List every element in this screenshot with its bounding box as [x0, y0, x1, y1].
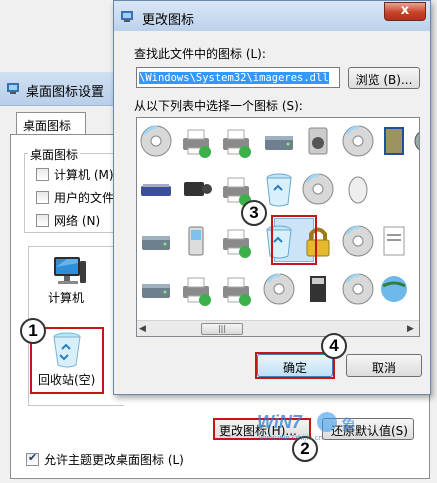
highlight-box-4: [255, 352, 335, 379]
cd-r-drive-icon[interactable]: [299, 170, 337, 208]
checkbox-box[interactable]: [36, 191, 49, 204]
checkbox-box[interactable]: [36, 214, 49, 227]
highlight-box-3: [271, 215, 317, 265]
allow-themes-label: 允许主题更改桌面图标 (L): [44, 453, 184, 467]
checkbox-box[interactable]: [36, 168, 49, 181]
printer-check-icon[interactable]: [217, 270, 255, 308]
camcorder-icon[interactable]: [177, 170, 215, 208]
close-button[interactable]: x: [384, 2, 426, 21]
network-globe-icon[interactable]: [375, 270, 413, 308]
checkbox-computer[interactable]: 计算机 (M): [36, 166, 114, 184]
scroll-left-icon[interactable]: ◀: [139, 324, 149, 334]
speaker-icon[interactable]: [299, 122, 337, 160]
computer-icon[interactable]: [50, 255, 88, 289]
svg-text:象: 象: [341, 416, 356, 434]
cd-rom-drive-icon[interactable]: [339, 222, 377, 260]
win7-watermark-logo: WiN7 象 www.win7zhijia.cn: [257, 412, 356, 442]
cancel-button[interactable]: 取消: [346, 354, 422, 377]
tab-desktop-icons[interactable]: 桌面图标: [16, 112, 86, 136]
background-dialog-title: 桌面图标设置: [26, 85, 105, 100]
browse-button[interactable]: 浏览 (B)...: [348, 67, 420, 89]
mobile-phone-icon[interactable]: [177, 222, 215, 260]
dialog-titlebar: 更改图标 x: [114, 1, 430, 31]
checkbox-box[interactable]: [26, 451, 39, 466]
network-printer-icon[interactable]: [177, 122, 215, 160]
hard-drive-icon[interactable]: [137, 270, 175, 308]
media-card-icon[interactable]: [299, 270, 337, 308]
close-icon: x: [400, 3, 410, 18]
checkbox-label: 网络 (N): [54, 214, 101, 228]
allow-themes-checkbox[interactable]: 允许主题更改桌面图标 (L): [26, 451, 184, 468]
change-icon-dialog: 更改图标 x 查找此文件中的图标 (L): \Windows\System32\…: [113, 0, 431, 395]
lookfor-label: 查找此文件中的图标 (L):: [134, 47, 266, 61]
recycle-bin-full-icon[interactable]: [260, 170, 298, 208]
svg-text:WiN7: WiN7: [257, 412, 303, 432]
tab-strip: 桌面图标: [10, 112, 130, 136]
dialog-window-icon: [121, 11, 133, 22]
callout-4: 4: [321, 333, 347, 359]
floppy-printer-icon[interactable]: [177, 270, 215, 308]
document-icon[interactable]: [375, 222, 413, 260]
checkbox-network[interactable]: 网络 (N): [36, 212, 100, 230]
dvd-disc-icon[interactable]: [260, 270, 298, 308]
computer-label: 计算机: [48, 291, 85, 305]
icon-file-path-input[interactable]: \Windows\System32\imageres.dll: [136, 67, 340, 88]
checkbox-label: 计算机 (M): [54, 168, 114, 182]
path-text: \Windows\System32\imageres.dll: [139, 72, 329, 84]
callout-1: 1: [20, 318, 46, 344]
checkbox-user-files[interactable]: 用户的文件: [36, 189, 114, 207]
cd-rw-drive-icon[interactable]: [339, 270, 377, 308]
dvd-rw-drive-icon[interactable]: [137, 122, 175, 160]
printer-icon[interactable]: [217, 222, 255, 260]
scanner-icon[interactable]: [137, 170, 175, 208]
dialog-title: 更改图标: [142, 13, 195, 28]
settings-window-icon: [7, 83, 19, 94]
scroll-right-icon[interactable]: ▶: [407, 324, 417, 334]
svg-text:www.win7zhijia.cn: www.win7zhijia.cn: [259, 434, 323, 442]
callout-3: 3: [241, 200, 267, 226]
gear-icon[interactable]: [407, 122, 419, 160]
icon-list[interactable]: ◀ ||| ▶: [136, 117, 420, 337]
checkbox-label: 用户的文件: [54, 191, 115, 205]
horizontal-scrollbar[interactable]: ◀ ||| ▶: [137, 320, 419, 336]
scroll-thumb[interactable]: |||: [201, 323, 243, 335]
disc-icon[interactable]: [339, 122, 377, 160]
select-icon-label: 从以下列表中选择一个图标 (S):: [134, 99, 303, 113]
drive-icon[interactable]: [137, 222, 175, 260]
network-drive-icon[interactable]: [260, 122, 298, 160]
group-title: 桌面图标: [28, 146, 81, 163]
mouse-icon[interactable]: [339, 170, 377, 208]
background-titlebar: 桌面图标设置: [0, 72, 130, 106]
printer-ok-icon[interactable]: [217, 122, 255, 160]
